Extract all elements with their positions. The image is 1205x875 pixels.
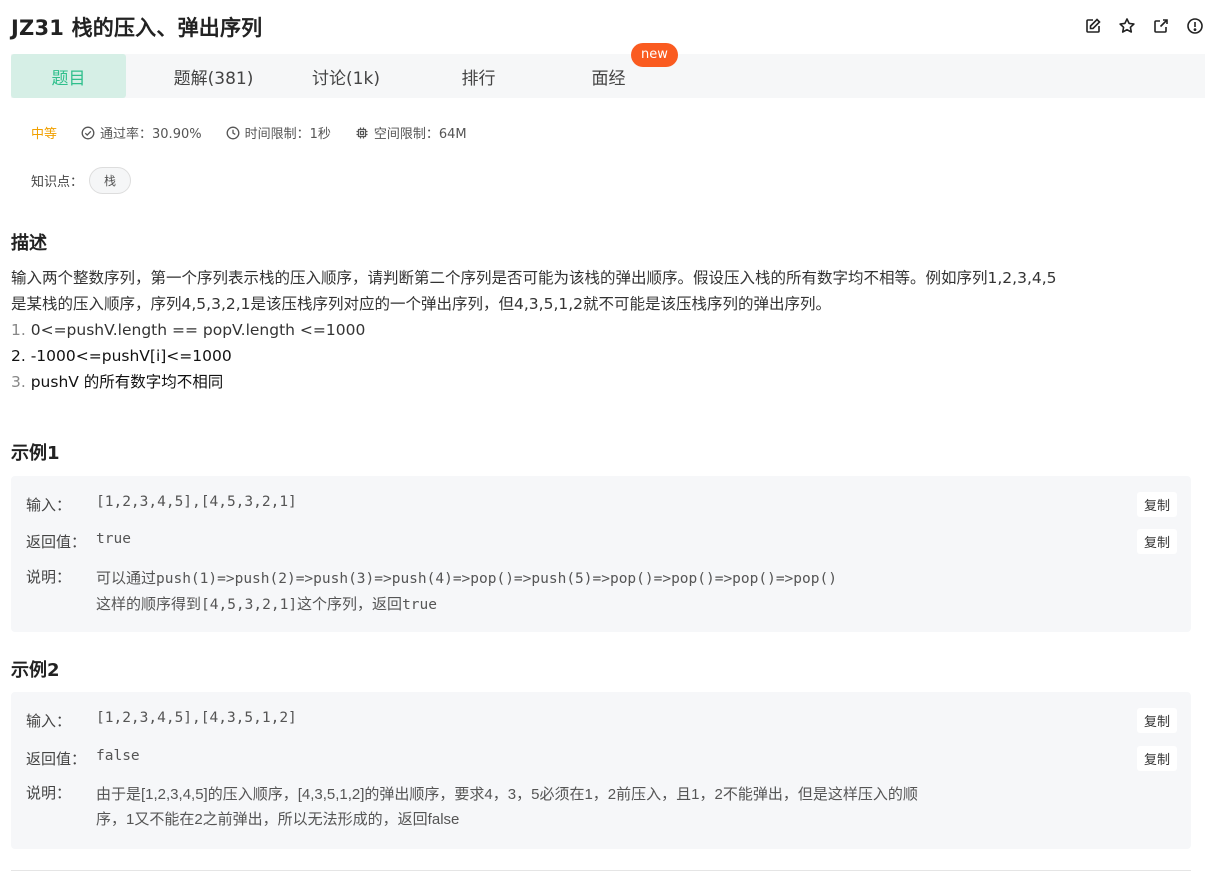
description-line: 是某栈的压入顺序，序列4,5,3,2,1是该压栈序列对应的一个弹出序列，但4,3… — [11, 295, 832, 313]
input-value: [1,2,3,4,5],[4,3,5,1,2] — [96, 710, 297, 726]
difficulty-label: 中等 — [31, 127, 58, 142]
constraint-item: 1. 0<=pushV.length == popV.length <=1000 — [11, 321, 366, 339]
tab-discussion[interactable]: 讨论(1k) — [286, 54, 406, 98]
example-2-box: 输入： [1,2,3,4,5],[4,3,5,1,2] 复制 返回值： fals… — [11, 692, 1191, 849]
example-explain-row: 说明： 由于是[1,2,3,4,5]的压入顺序，[4,3,5,1,2]的弹出顺序… — [26, 782, 918, 832]
description-heading: 描述 — [11, 233, 47, 254]
output-label: 返回值： — [26, 750, 87, 768]
tab-bar: 题目 题解(381) 讨论(1k) 排行 面经 — [11, 54, 1205, 98]
output-value: false — [96, 748, 140, 764]
new-badge: new — [631, 43, 678, 67]
report-icon[interactable] — [1185, 16, 1205, 36]
tab-problem[interactable]: 题目 — [11, 54, 126, 98]
tab-solutions[interactable]: 题解(381) — [141, 54, 286, 98]
tab-ranking[interactable]: 排行 — [406, 54, 551, 98]
tag-stack[interactable]: 栈 — [89, 167, 132, 194]
copy-input-button[interactable]: 复制 — [1136, 492, 1177, 517]
description-line: 输入两个整数序列，第一个序列表示栈的压入顺序，请判断第二个序列是否可能为该栈的弹… — [11, 269, 1057, 287]
problem-title: JZ31 栈的压入、弹出序列 — [11, 16, 263, 40]
check-circle-icon — [81, 126, 95, 139]
example-1-box: 输入： [1,2,3,4,5],[4,5,3,2,1] 复制 返回值： true… — [11, 476, 1191, 632]
example-2-heading: 示例2 — [11, 660, 60, 681]
knowledge-label: 知识点： — [31, 175, 84, 190]
explain-label: 说明： — [26, 784, 72, 802]
toolbar — [1083, 16, 1205, 36]
copy-input-button[interactable]: 复制 — [1136, 708, 1177, 733]
constraint-item: 3. pushV 的所有数字均不相同 — [11, 373, 224, 391]
time-limit: 时间限制：1秒 — [244, 127, 331, 142]
star-icon[interactable] — [1117, 16, 1137, 36]
chip-icon — [356, 127, 368, 138]
input-label: 输入： — [26, 496, 72, 514]
problem-meta: 中等 通过率：30.90% 时间限制：1秒 空间限制：64M — [31, 123, 491, 142]
input-value: [1,2,3,4,5],[4,5,3,2,1] — [96, 494, 297, 510]
example-input-row: 输入： [1,2,3,4,5],[4,5,3,2,1] — [26, 494, 297, 515]
clock-icon — [226, 126, 240, 139]
copy-output-button[interactable]: 复制 — [1136, 529, 1177, 554]
title-bar: JZ31 栈的压入、弹出序列 — [0, 0, 1205, 52]
example-output-row: 返回值： true — [26, 531, 131, 552]
explain-text: 可以通过push(1)=>push(2)=>push(3)=>push(4)=>… — [96, 570, 837, 613]
example-1-heading: 示例1 — [11, 443, 60, 464]
explain-label: 说明： — [26, 568, 72, 586]
output-label: 返回值： — [26, 533, 87, 551]
explain-text: 由于是[1,2,3,4,5]的压入顺序，[4,3,5,1,2]的弹出顺序，要求4… — [96, 786, 918, 828]
divider — [11, 870, 1191, 871]
pass-rate: 通过率：30.90% — [100, 127, 202, 142]
external-link-icon[interactable] — [1151, 16, 1171, 36]
description-body: 输入两个整数序列，第一个序列表示栈的压入顺序，请判断第二个序列是否可能为该栈的弹… — [11, 265, 1196, 395]
space-limit: 空间限制：64M — [373, 127, 467, 142]
knowledge-points: 知识点： 栈 — [31, 167, 132, 194]
constraint-item: 2. -1000<=pushV[i]<=1000 — [11, 347, 232, 365]
input-label: 输入： — [26, 712, 72, 730]
output-value: true — [96, 531, 131, 547]
copy-output-button[interactable]: 复制 — [1136, 746, 1177, 771]
edit-icon[interactable] — [1083, 16, 1103, 36]
example-output-row: 返回值： false — [26, 748, 140, 769]
example-input-row: 输入： [1,2,3,4,5],[4,3,5,1,2] — [26, 710, 297, 731]
example-explain-row: 说明： 可以通过push(1)=>push(2)=>push(3)=>push(… — [26, 566, 837, 618]
